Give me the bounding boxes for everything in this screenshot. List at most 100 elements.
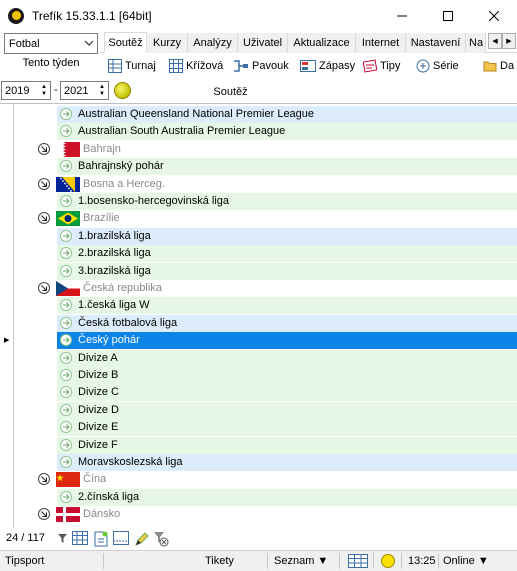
arrow-circle-icon [60,456,72,468]
row-label: Český pohár [78,334,140,347]
filter-icon[interactable] [58,534,67,543]
row-label: Divize B [78,369,119,381]
series-icon [416,59,430,73]
china-flag-icon [56,472,80,488]
minimize-icon [397,15,407,16]
competition-row[interactable]: Moravskoslezská liga [14,454,517,471]
zapasy-button[interactable]: Zápasy [300,58,355,74]
competition-row[interactable]: Divize E [14,419,517,437]
row-label: 1.česká liga W [78,299,150,312]
turnaj-button[interactable]: Turnaj [108,58,156,74]
this-week-button[interactable]: Tento týden [0,57,102,69]
competition-row[interactable]: Divize A [14,349,517,367]
competition-row[interactable]: 2.čínská liga [14,488,517,506]
tab-nastaveni[interactable]: Nastavení [406,33,466,53]
tab-kurzy[interactable]: Kurzy [147,33,188,53]
arrow-circle-icon [60,403,72,416]
arrow-circle-icon [60,264,72,277]
tab-soutez[interactable]: Soutěž [104,32,147,53]
competition-row[interactable]: 2.brazilská liga [14,245,517,263]
table-view-icon[interactable] [72,531,88,545]
row-label: Divize C [78,386,119,399]
maximize-icon [443,10,453,21]
country-row[interactable]: Bosna a Herceg. [14,176,517,193]
competition-row[interactable]: 1.bosensko-hercegovinská liga [14,193,517,210]
title-bar: Trefík 15.33.1.1 [64bit] [0,0,517,31]
competition-row[interactable]: Česká fotbalová liga [14,314,517,332]
grid-icon [169,59,183,73]
pavouk-button[interactable]: Pavouk [233,58,289,74]
clock-time: 13:25 [408,555,436,567]
expand-toggle-icon[interactable] [38,142,50,155]
row-label: 1.bosensko-hercegovinská liga [78,195,230,207]
minimize-button[interactable] [379,0,425,31]
tab-scroll-left-button[interactable]: ◀ [488,33,502,49]
maximize-button[interactable] [425,0,471,31]
tab-internet[interactable]: Internet [356,33,406,53]
country-row[interactable]: Bahrajn [14,141,517,158]
arrow-circle-icon [60,490,72,503]
column-header-soutez[interactable]: Soutěž [0,86,517,98]
expand-toggle-icon[interactable] [38,212,50,225]
arrow-circle-icon [60,229,72,242]
list-dropdown[interactable]: Seznam ▼ [274,555,328,567]
spreadsheet-icon[interactable] [348,554,368,568]
competition-row[interactable]: Bahrajnský pohár [14,158,517,176]
arrow-circle-icon [60,195,72,207]
row-label: Brazílie [83,212,120,225]
competition-row[interactable]: Divize D [14,401,517,419]
close-button[interactable] [471,0,517,31]
country-row[interactable]: Čína [14,471,517,488]
country-row[interactable]: Brazílie [14,210,517,227]
row-label: Australian Queensland National Premier L… [78,108,315,120]
provider-label[interactable]: Tipsport [5,555,44,567]
record-counter: 24 / 117 [6,532,45,544]
row-highlight [57,436,517,454]
competition-row[interactable]: Australian Queensland National Premier L… [14,106,517,123]
row-label: Moravskoslezská liga [78,456,183,468]
new-document-icon[interactable] [93,531,109,547]
clear-filter-icon[interactable] [153,531,169,547]
arrow-circle-icon [60,438,72,451]
tab-uzivatel[interactable]: Uživatel [238,33,288,53]
row-label: Česká republika [83,282,162,294]
expand-toggle-icon[interactable] [38,282,50,294]
row-label: Divize A [78,351,118,364]
tab-aktualizace[interactable]: Aktualizace [288,33,356,53]
krizova-button[interactable]: Křížová [169,58,223,74]
app-icon [8,7,24,24]
tab-scroll-right-button[interactable]: ▶ [502,33,516,49]
denmark-flag-icon [56,507,80,523]
expand-toggle-icon[interactable] [38,473,50,486]
window-title: Trefík 15.33.1.1 [64bit] [32,8,152,23]
tab-analyzy[interactable]: Analýzy [188,33,238,53]
row-highlight [57,349,517,367]
competition-row[interactable]: 1.česká liga W [14,297,517,315]
bahrain-flag-icon [56,141,80,157]
country-row[interactable]: Česká republika [14,280,517,297]
list-view-icon[interactable] [113,531,129,545]
row-label: Divize E [78,421,119,434]
competition-row[interactable]: 3.brazilská liga [14,262,517,280]
competition-row[interactable]: Divize C [14,384,517,402]
row-label: 1.brazilská liga [78,229,151,242]
competition-row[interactable]: Český pohár [14,332,517,350]
expand-toggle-icon[interactable] [38,177,50,190]
data-button[interactable]: Da [483,58,514,74]
country-row[interactable]: Dánsko [14,506,517,523]
current-row-marker-icon: ▶ [4,337,10,345]
competition-grid[interactable]: Australian Queensland National Premier L… [0,103,517,528]
competition-row[interactable]: Divize B [14,367,517,384]
edit-pencil-icon[interactable] [134,531,150,547]
competition-row[interactable]: Divize F [14,436,517,454]
tipy-button[interactable]: Tipy [363,58,400,74]
sport-select[interactable]: Fotbal [4,33,98,54]
competition-row[interactable]: Australian South Australia Premier Leagu… [14,123,517,141]
tab-truncated[interactable]: Na [466,33,486,53]
serie-button[interactable]: Série [416,58,459,74]
ticket-icon [363,59,377,73]
online-dropdown[interactable]: Online ▼ [443,555,489,567]
expand-toggle-icon[interactable] [38,508,50,521]
competition-row[interactable]: 1.brazilská liga [14,227,517,245]
tickets-label[interactable]: Tikety [205,555,234,567]
